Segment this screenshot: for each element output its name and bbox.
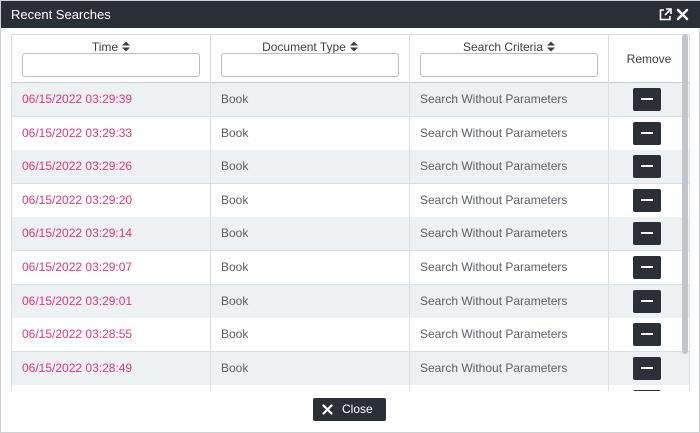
search-criteria-cell	[409, 385, 608, 391]
close-icon[interactable]	[676, 8, 689, 21]
document-type-cell: Book	[210, 284, 409, 318]
time-link[interactable]: 06/15/2022 03:29:39	[11, 83, 210, 116]
titlebar-icons	[659, 7, 689, 22]
dialog-title: Recent Searches	[11, 7, 111, 22]
remove-button[interactable]	[633, 188, 661, 212]
table-row: 06/15/2022 03:28:55 Book Search Without Pa…	[11, 318, 690, 353]
minus-icon	[641, 131, 653, 134]
time-link[interactable]: 06/15/2022 03:29:20	[11, 183, 210, 217]
table-row: 06/15/2022 03:29:26 Book Search Without Pa…	[11, 150, 690, 185]
document-type-cell: Book	[210, 116, 409, 150]
close-button[interactable]: Close	[313, 398, 386, 421]
table-row: 06/15/2022 03:29:14 Book Search Without Pa…	[11, 217, 690, 252]
document-type-cell: Book	[210, 318, 409, 352]
recent-searches-table: Time Document Type Search Criteria Remov…	[11, 34, 690, 391]
document-type-cell: Book	[210, 150, 409, 184]
search-criteria-cell: Search Without Parameters	[409, 251, 608, 284]
remove-cell	[608, 150, 690, 184]
header-search-criteria-label: Search Criteria	[462, 40, 544, 54]
close-icon	[322, 404, 333, 415]
remove-cell	[608, 183, 690, 217]
document-type-cell: Book	[210, 83, 409, 116]
minus-icon	[641, 333, 653, 336]
minus-icon	[641, 232, 653, 235]
time-link[interactable]: 06/15/2022 03:29:33	[11, 116, 210, 150]
header-time: Time	[11, 35, 210, 83]
header-time-label: Time	[91, 40, 119, 54]
table-row: 06/15/2022 03:28:49 Book Search Without Pa…	[11, 351, 690, 386]
time-link[interactable]: 06/15/2022 03:29:01	[11, 284, 210, 318]
remove-cell	[608, 116, 690, 150]
remove-cell	[608, 318, 690, 352]
header-search-criteria: Search Criteria	[409, 35, 608, 83]
remove-cell	[608, 251, 690, 284]
popout-icon[interactable]	[659, 8, 672, 21]
remove-button[interactable]	[633, 289, 661, 313]
time-link[interactable]	[11, 385, 210, 391]
search-criteria-cell: Search Without Parameters	[409, 284, 608, 318]
document-type-cell: Book	[210, 251, 409, 284]
time-link[interactable]: 06/15/2022 03:28:49	[11, 351, 210, 385]
document-type-cell: Book	[210, 217, 409, 251]
recent-searches-dialog: Recent Searches Time Document Type Searc…	[0, 0, 700, 433]
document-type-cell: Book	[210, 351, 409, 385]
search-criteria-cell: Search Without Parameters	[409, 183, 608, 217]
search-criteria-cell: Search Without Parameters	[409, 351, 608, 385]
minus-icon	[641, 98, 653, 100]
table-row: 06/15/2022 03:29:33 Book Search Without Pa…	[11, 116, 690, 151]
remove-cell	[608, 284, 690, 318]
remove-button[interactable]	[633, 356, 661, 380]
table-row	[11, 385, 690, 391]
document-type-cell: Book	[210, 183, 409, 217]
time-link[interactable]: 06/15/2022 03:29:14	[11, 217, 210, 251]
remove-cell	[608, 351, 690, 385]
table-header: Time Document Type Search Criteria Remov…	[11, 34, 690, 83]
document-type-filter-input[interactable]	[221, 53, 399, 77]
table-row: 06/15/2022 03:29:01 Book Search Without Pa…	[11, 284, 690, 319]
remove-button[interactable]	[633, 323, 661, 347]
search-criteria-cell: Search Without Parameters	[409, 217, 608, 251]
document-type-cell	[210, 385, 409, 391]
remove-button[interactable]	[633, 222, 661, 246]
remove-button[interactable]	[633, 121, 661, 145]
header-remove-label: Remove	[626, 52, 672, 66]
remove-cell	[608, 217, 690, 251]
dialog-titlebar: Recent Searches	[1, 1, 700, 28]
search-criteria-cell: Search Without Parameters	[409, 150, 608, 184]
time-link[interactable]: 06/15/2022 03:29:07	[11, 251, 210, 284]
remove-button[interactable]	[633, 88, 661, 111]
time-filter-input[interactable]	[22, 53, 200, 77]
remove-button[interactable]	[633, 155, 661, 179]
close-button-label: Close	[342, 402, 373, 416]
time-link[interactable]: 06/15/2022 03:29:26	[11, 150, 210, 184]
header-document-type: Document Type	[210, 35, 409, 83]
table-row: 06/15/2022 03:29:39 Book Search Without Pa…	[11, 83, 690, 117]
time-link[interactable]: 06/15/2022 03:28:55	[11, 318, 210, 352]
header-remove: Remove	[608, 35, 690, 83]
search-criteria-cell: Search Without Parameters	[409, 318, 608, 352]
minus-icon	[641, 366, 653, 369]
table-row: 06/15/2022 03:29:20 Book Search Without Pa…	[11, 183, 690, 218]
remove-button[interactable]	[633, 256, 661, 279]
minus-icon	[641, 198, 653, 201]
minus-icon	[641, 266, 653, 268]
search-criteria-filter-input[interactable]	[420, 53, 598, 77]
remove-button[interactable]	[633, 390, 661, 391]
scrollbar-thumb[interactable]	[682, 34, 688, 354]
header-document-type-label: Document Type	[262, 40, 346, 54]
minus-icon	[641, 299, 653, 302]
minus-icon	[641, 165, 653, 168]
remove-cell	[608, 385, 690, 391]
search-criteria-cell: Search Without Parameters	[409, 116, 608, 150]
table-row: 06/15/2022 03:29:07 Book Search Without Pa…	[11, 251, 690, 285]
search-criteria-cell: Search Without Parameters	[409, 83, 608, 116]
remove-cell	[608, 83, 690, 116]
